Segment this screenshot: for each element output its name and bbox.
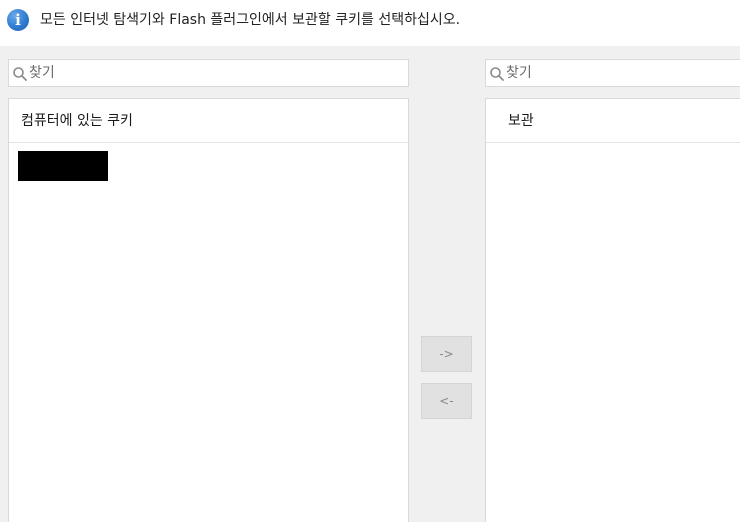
move-from-keep-button[interactable]: <-: [421, 383, 472, 419]
search-icon: [490, 67, 504, 81]
cookie-keep-dialog: i 모든 인터넷 탐색기와 Flash 플러그인에서 보관할 쿠키를 선택하십시…: [0, 0, 740, 522]
list-header: 컴퓨터에 있는 쿠키: [9, 99, 408, 143]
cookies-search-input[interactable]: 찾기: [8, 59, 409, 87]
info-message: 모든 인터넷 탐색기와 Flash 플러그인에서 보관할 쿠키를 선택하십시오.: [40, 12, 461, 28]
list-header-label: 컴퓨터에 있는 쿠키: [21, 113, 133, 129]
list-header-label: 보관: [508, 113, 534, 129]
search-icon: [13, 67, 27, 81]
move-to-keep-button[interactable]: ->: [421, 336, 472, 372]
info-icon: i: [7, 9, 29, 31]
list-header: 보관: [486, 99, 740, 143]
list-item-redacted[interactable]: [18, 151, 108, 181]
info-banner: i 모든 인터넷 탐색기와 Flash 플러그인에서 보관할 쿠키를 선택하십시…: [0, 0, 740, 44]
search-placeholder: 찾기: [506, 65, 532, 81]
keep-cookies-list[interactable]: 보관: [485, 98, 740, 522]
search-placeholder: 찾기: [29, 65, 55, 81]
keep-search-input[interactable]: 찾기: [485, 59, 740, 87]
computer-cookies-list[interactable]: 컴퓨터에 있는 쿠키: [8, 98, 409, 522]
content-area: 찾기 찾기 컴퓨터에 있는 쿠키 -> <- 보관: [0, 46, 740, 522]
